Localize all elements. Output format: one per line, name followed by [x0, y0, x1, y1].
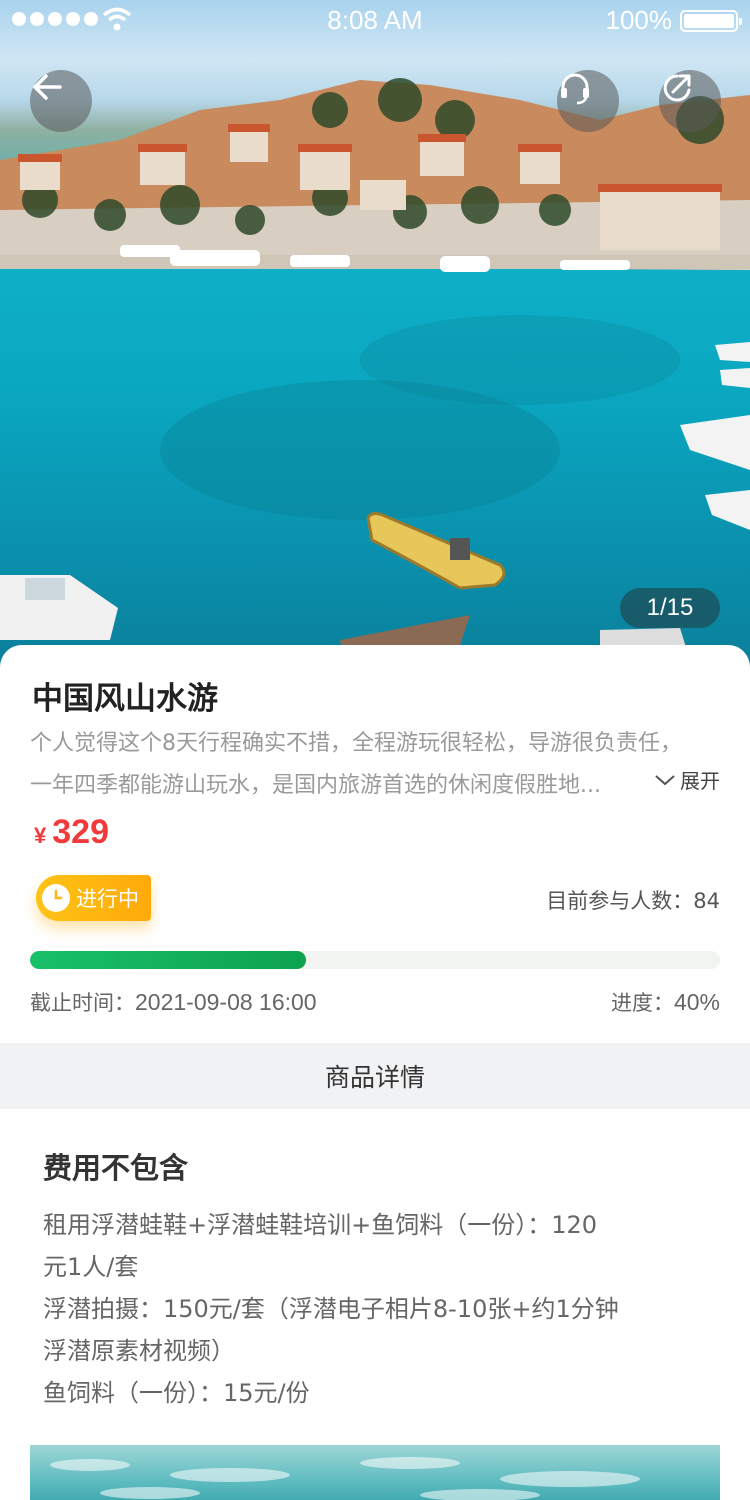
customer-service-icon [561, 73, 589, 105]
chevron-down-icon [655, 774, 675, 785]
fee-line: 鱼饲料（一份）：15元/份 [43, 1379, 310, 1407]
progress-value: 40% [673, 989, 720, 1015]
fee-exclusions-list: 租用浮潜蛙鞋+浮潜蛙鞋培训+鱼饲料（一份）：120 元1人/套 浮潜拍摄：150… [43, 1204, 703, 1414]
fee-line: 元1人/套 [43, 1253, 139, 1281]
fee-line: 浮潜拍摄：150元/套（浮潜电子相片8-10张+约1分钟 [43, 1295, 619, 1323]
deadline: 截止时间：2021-09-08 16:00 [30, 987, 317, 1017]
status-badge: 进行中 [36, 875, 151, 921]
description-line-2: 一年四季都能游山玩水，是国内旅游首选的休闲度假胜地... [30, 773, 601, 798]
back-button[interactable] [30, 70, 92, 132]
share-button[interactable] [659, 70, 721, 132]
participants-label: 目前参与人数： [546, 889, 694, 913]
battery-icon [680, 10, 742, 32]
progress-fill [30, 951, 306, 969]
status-label: 进行中 [76, 887, 139, 911]
deadline-value: 2021-09-08 16:00 [135, 989, 317, 1015]
detail-image [30, 1445, 720, 1500]
price: ¥329 [34, 813, 109, 852]
customer-service-button[interactable] [557, 70, 619, 132]
image-counter: 1/15 [620, 588, 720, 628]
expand-button[interactable]: 展开 [654, 765, 720, 794]
progress-label: 进度： [610, 991, 674, 1015]
hero-photo [0, 78, 750, 660]
share-icon [663, 74, 691, 102]
price-amount: 329 [52, 813, 109, 851]
progress-text: 进度：40% [611, 987, 720, 1017]
progress-bar [30, 951, 720, 969]
section-header-product-details: 商品详情 [0, 1043, 750, 1109]
participants-count: 目前参与人数：84 [546, 885, 720, 915]
deadline-label: 截止时间： [30, 991, 135, 1015]
clock-icon [42, 884, 70, 912]
fee-line: 租用浮潜蛙鞋+浮潜蛙鞋培训+鱼饲料（一份）：120 [43, 1211, 598, 1239]
product-title: 中国风山水游 [32, 681, 218, 717]
product-description: 个人觉得这个8天行程确实不措，全程游玩很轻松，导游很负责任， 一年四季都能游山玩… [30, 723, 722, 807]
price-currency: ¥ [34, 823, 47, 848]
fee-line: 浮潜原素材视频） [43, 1337, 235, 1365]
fee-exclusions-title: 费用不包含 [43, 1151, 189, 1185]
product-info-card: 中国风山水游 个人觉得这个8天行程确实不措，全程游玩很轻松，导游很负责任， 一年… [0, 645, 750, 1045]
status-bar: 8:08 AM 100% [0, 0, 750, 40]
description-line-1: 个人觉得这个8天行程确实不措，全程游玩很轻松，导游很负责任， [30, 731, 682, 756]
expand-label: 展开 [680, 769, 720, 793]
back-arrow-icon [33, 74, 62, 100]
participants-value: 84 [693, 889, 720, 913]
battery-percent: 100% [605, 5, 673, 35]
hero-image[interactable]: 8:08 AM 100% 1/15 [0, 0, 750, 670]
